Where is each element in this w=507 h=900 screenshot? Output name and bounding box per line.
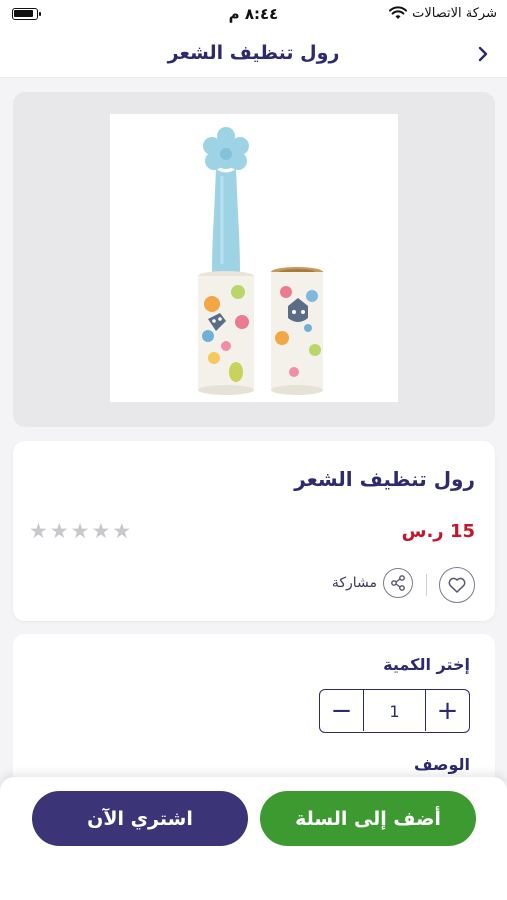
product-price: 15 ر.س [401, 521, 475, 542]
favorite-button[interactable] [439, 567, 475, 603]
rating-stars: ★ ★ ★ ★ ★ [29, 520, 131, 542]
navigation-header: رول تنظيف الشعر [0, 30, 507, 78]
star-icon: ★ [112, 519, 132, 543]
product-image[interactable] [110, 114, 398, 402]
buy-now-button[interactable]: اشتري الآن [32, 791, 248, 846]
star-icon: ★ [70, 519, 90, 543]
page-title: رول تنظيف الشعر [167, 42, 340, 64]
product-info-card: رول تنظيف الشعر 15 ر.س ★ ★ ★ ★ ★ مشاركة [13, 441, 495, 621]
divider [426, 574, 427, 596]
star-icon: ★ [49, 519, 69, 543]
wifi-icon [389, 6, 407, 19]
share-button[interactable]: مشاركة [332, 568, 413, 598]
add-to-cart-button[interactable]: أضف إلى السلة [260, 791, 476, 846]
share-icon [391, 575, 405, 591]
product-name: رول تنظيف الشعر [294, 467, 475, 491]
status-bar: ٨:٤٤ م شركة الاتصالات [0, 0, 507, 30]
share-label: مشاركة [331, 575, 377, 591]
product-image-card [13, 92, 495, 427]
decrement-button[interactable]: − [320, 690, 364, 731]
star-icon: ★ [91, 519, 111, 543]
quantity-label: إختر الكمية [383, 655, 470, 674]
carrier-name: شركة الاتصالات [412, 6, 497, 21]
lint-roller-illustration [198, 127, 323, 395]
heart-icon [448, 577, 466, 593]
star-icon: ★ [29, 519, 48, 543]
chevron-right-icon[interactable] [469, 40, 497, 68]
increment-button[interactable]: + [425, 690, 469, 731]
description-label: الوصف [413, 755, 470, 774]
quantity-stepper: − 1 + [319, 689, 470, 733]
bottom-action-bar: اشتري الآن أضف إلى السلة [0, 777, 507, 900]
share-icon-wrapper [383, 568, 413, 598]
quantity-value: 1 [389, 701, 400, 721]
